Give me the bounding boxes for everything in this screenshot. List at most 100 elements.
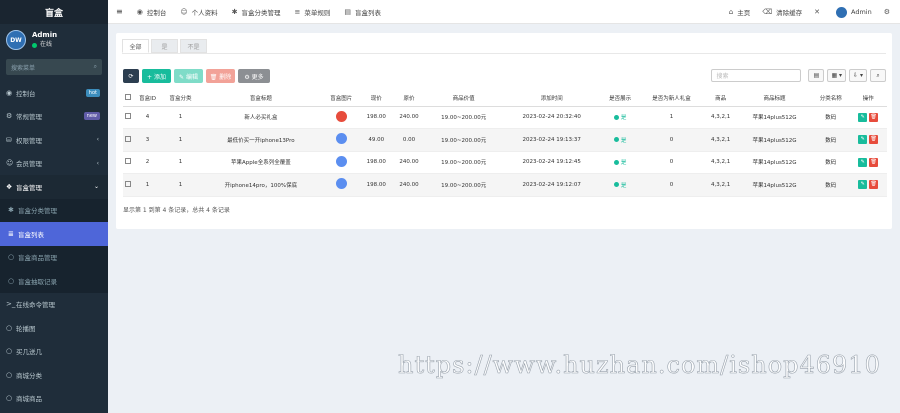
sidebar-item-7[interactable]: ○ 盲盒商品管理 (0, 245, 108, 269)
sidebar-toggle-icon[interactable]: ≡ (116, 7, 123, 16)
sidebar-item-1[interactable]: ⚙ 常规管理 new (0, 105, 108, 129)
nav-tab-2[interactable]: ✱ 盲盒分类管理 (232, 7, 281, 17)
sidebar-item-0[interactable]: ◉ 控制台 hot (0, 81, 108, 105)
more-button[interactable]: ⚙ 更多 (238, 69, 270, 83)
tab-1[interactable]: 是 (151, 39, 178, 53)
sidebar-item-5[interactable]: ✱ 盲盒分类管理 (0, 198, 108, 222)
nav-tab-1[interactable]: ☺ 个人资料 (180, 7, 217, 17)
cell-orig: 240.00 (392, 151, 426, 174)
column-header[interactable]: 盲盒标题 (199, 90, 323, 107)
column-header[interactable]: 分类名称 (812, 90, 850, 107)
nav-tab-1-icon: ☺ (180, 7, 188, 16)
sidebar-item-12[interactable]: ○ 商城分类 (0, 363, 108, 387)
gear-sub-icon: ✱ (8, 206, 14, 215)
row-checkbox[interactable] (125, 113, 132, 120)
column-header[interactable]: 商品 (704, 90, 737, 107)
column-header[interactable]: 盲盒分类 (161, 90, 200, 107)
table-row: 3 1 最低价买一开iphone13Pro 49.00 0.00 19.00~200.00… (123, 128, 887, 152)
add-button[interactable]: + 添加 (142, 69, 171, 83)
sidebar-item-label: 盲盒管理 (16, 183, 42, 192)
blindbox-thumbnail[interactable] (335, 155, 347, 167)
blindbox-thumbnail[interactable] (335, 178, 347, 190)
sidebar-item-11[interactable]: ○ 买几送几 (0, 340, 108, 364)
row-checkbox[interactable] (125, 158, 132, 165)
column-header[interactable]: 原价 (392, 90, 426, 107)
refresh-button[interactable]: ⟳ (123, 69, 139, 83)
blindbox-thumbnail[interactable] (335, 133, 347, 145)
column-header[interactable]: 是否展示 (601, 90, 639, 107)
column-header[interactable]: 现价 (359, 90, 393, 107)
column-header[interactable]: 是否为新人礼盒 (638, 90, 705, 107)
edit-button[interactable]: ✎ 编辑 (174, 69, 203, 83)
fullscreen[interactable]: ✕ (814, 8, 824, 16)
home[interactable]: ⌂ 主页 (729, 7, 750, 17)
user-menu[interactable]: Admin (836, 6, 872, 18)
column-header[interactable]: 盲盒图片 (322, 90, 360, 107)
sidebar-item-10[interactable]: ○ 轮播图 (0, 316, 108, 340)
edit-row-button[interactable]: ✎ (858, 180, 868, 190)
edit-row-button[interactable]: ✎ (858, 135, 868, 145)
tab-2[interactable]: 不是 (180, 39, 207, 53)
sidebar-item-3[interactable]: ☺ 会员管理 ‹ (0, 152, 108, 176)
sidebar-menu: ◉ 控制台 hot ⚙ 常规管理 new ⛁ 权限管理 ‹ ☺ 会员管理 ‹ ❖ 盲盒管理 ⌄ ✱ 盲盒分类管理… (0, 81, 108, 410)
tab-0[interactable]: 全部 (122, 39, 149, 53)
column-header[interactable]: 商品价值 (425, 90, 503, 107)
circle-icon: ○ (6, 370, 13, 379)
avatar[interactable]: DW (6, 30, 26, 50)
clear-cache-label: 清除缓存 (776, 9, 803, 17)
sidebar-item-label: 盲盒抽取记录 (18, 277, 57, 286)
columns-button[interactable]: ▦ ▾ (827, 69, 847, 82)
column-header[interactable]: 盲盒ID (133, 90, 162, 107)
list-icon: ≣ (8, 229, 14, 238)
sidebar-item-9[interactable]: >_ 在线命令管理 (0, 293, 108, 317)
pagination-info: 显示第 1 到第 4 条记录，总共 4 条记录 (123, 207, 230, 214)
cell-img (322, 151, 360, 174)
settings[interactable]: ⚙ (884, 8, 894, 16)
sidebar-item-8[interactable]: ○ 盲盒抽取记录 (0, 269, 108, 293)
cell-cat_name: 数码 (812, 173, 850, 197)
nav-tab-0[interactable]: ◉ 控制台 (137, 7, 167, 17)
user-name: Admin (32, 31, 58, 39)
sidebar-search-input[interactable]: 搜索菜单 ⌕ (6, 59, 102, 75)
edit-row-button[interactable]: ✎ (858, 157, 868, 167)
delete-button[interactable]: 🗑 删除 (206, 69, 235, 83)
column-header[interactable]: 操作 (849, 90, 887, 107)
delete-row-button[interactable]: 🗑 (869, 135, 879, 145)
clear-cache[interactable]: ⌫ 清除缓存 (762, 7, 802, 17)
table-search-input[interactable]: 搜索 (711, 69, 802, 82)
cell-cat: 1 (161, 128, 200, 152)
row-checkbox[interactable] (125, 180, 132, 187)
search-toggle-button[interactable]: ⌕ (870, 69, 886, 82)
sidebar-item-6[interactable]: ≣ 盲盒列表 (0, 222, 108, 246)
data-table: 盲盒ID 盲盒分类 盲盒标题 盲盒图片 现价 原价 商品价值 添加时间 是否展示 是否为新人礼盒商… (123, 90, 887, 197)
brand-logo[interactable]: 盲盒 (0, 0, 108, 24)
edit-row-button[interactable]: ✎ (858, 112, 868, 122)
nav-tab-0-icon: ◉ (136, 7, 143, 16)
delete-row-button[interactable]: 🗑 (869, 157, 879, 167)
sidebar-item-4[interactable]: ❖ 盲盒管理 ⌄ (0, 175, 108, 199)
delete-row-button[interactable]: 🗑 (869, 112, 879, 122)
column-header[interactable]: 商品标题 (736, 90, 813, 107)
cell-cat: 1 (161, 173, 200, 197)
nav-tab-3[interactable]: ≡ 菜单规则 (295, 7, 331, 17)
nav-tab-4[interactable]: ▤ 盲盒列表 (344, 7, 381, 17)
sidebar-item-13[interactable]: ○ 商城商品 (0, 387, 108, 411)
export-button[interactable]: ⇩ ▾ (849, 69, 867, 82)
column-header[interactable]: 添加时间 (502, 90, 602, 107)
sidebar-item-2[interactable]: ⛁ 权限管理 ‹ (0, 128, 108, 152)
cell-show: 是 (601, 128, 639, 152)
select-all-checkbox[interactable] (125, 93, 132, 100)
delete-row-button[interactable]: 🗑 (869, 180, 879, 190)
home-label: 主页 (737, 9, 751, 17)
sidebar-item-label: 权限管理 (16, 136, 42, 145)
cell-newbie: 0 (638, 128, 705, 152)
sidebar-item-label: 盲盒分类管理 (18, 207, 57, 216)
blindbox-thumbnail[interactable] (335, 110, 347, 122)
sidebar-item-label: 盲盒列表 (18, 230, 44, 239)
cell-goods: 4,3,2,1 (704, 128, 737, 152)
sidebar-item-label: 在线命令管理 (16, 301, 55, 310)
sidebar-item-label: 商城商品 (16, 395, 42, 404)
chevron-icon: ‹ (96, 159, 99, 167)
row-checkbox[interactable] (125, 135, 132, 142)
toggle-view-button[interactable]: ▤ (808, 69, 825, 82)
